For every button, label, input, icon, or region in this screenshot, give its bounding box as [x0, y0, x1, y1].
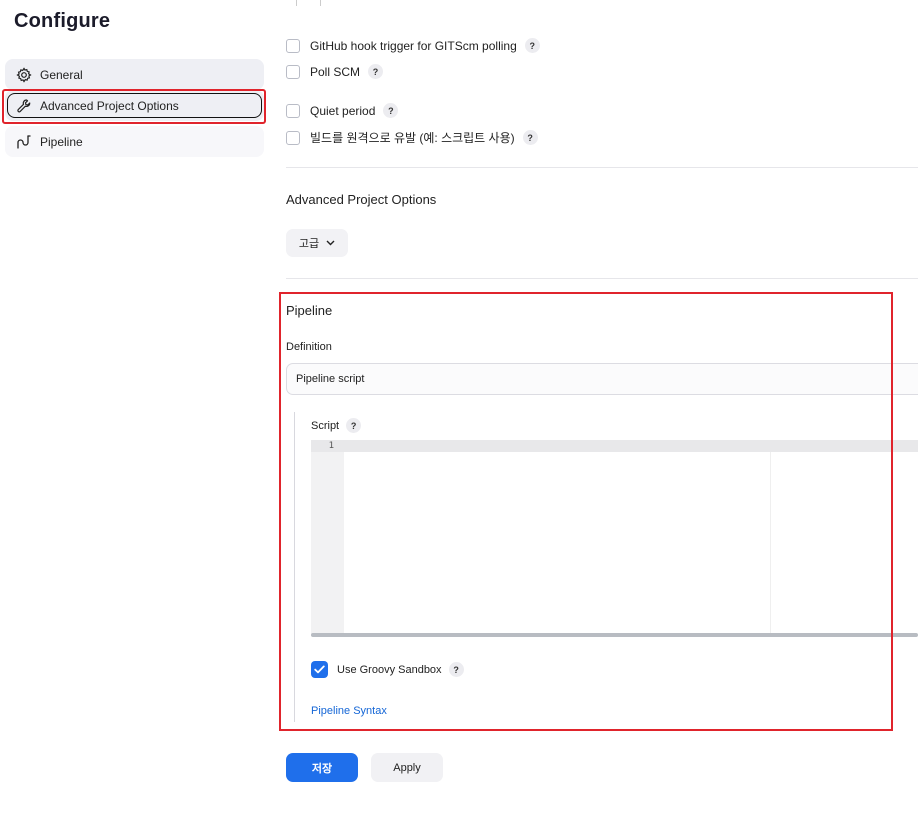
help-icon[interactable]: ? — [524, 38, 540, 53]
editor-scrollbar[interactable] — [311, 633, 918, 637]
sandbox-option: Use Groovy Sandbox ? — [311, 661, 464, 678]
save-button[interactable]: 저장 — [286, 753, 358, 782]
github-hook-label: GitHub hook trigger for GITScm polling — [310, 38, 517, 53]
advanced-dropdown-button[interactable]: 고급 — [286, 229, 348, 257]
gear-icon — [15, 66, 33, 84]
github-hook-option: GitHub hook trigger for GITScm polling ? — [286, 38, 540, 53]
chevron-down-icon — [326, 240, 335, 246]
sidebar-item-pipeline[interactable]: Pipeline — [5, 126, 264, 157]
advanced-section-heading: Advanced Project Options — [286, 192, 437, 207]
sidebar-item-label: Pipeline — [40, 134, 83, 149]
poll-scm-checkbox[interactable] — [286, 64, 300, 79]
pipeline-section-heading: Pipeline — [286, 303, 333, 318]
help-icon[interactable]: ? — [383, 103, 399, 118]
remote-trigger-checkbox[interactable] — [286, 130, 300, 145]
selected-outline — [7, 93, 262, 118]
help-icon[interactable]: ? — [368, 64, 384, 79]
definition-select-value: Pipeline script — [296, 373, 365, 385]
sandbox-label: Use Groovy Sandbox — [337, 663, 442, 676]
line-number: 1 — [328, 441, 334, 451]
section-divider — [286, 167, 918, 168]
script-editor[interactable]: 1 — [311, 440, 918, 638]
quiet-period-checkbox[interactable] — [286, 103, 300, 118]
sidebar-item-label: General — [40, 67, 83, 82]
editor-gutter — [311, 440, 344, 636]
help-icon[interactable]: ? — [522, 130, 538, 145]
quiet-period-option: Quiet period ? — [286, 103, 399, 118]
stub-line — [296, 0, 297, 6]
definition-label: Definition — [286, 341, 332, 353]
editor-active-line — [311, 440, 918, 452]
advanced-button-label: 고급 — [298, 238, 320, 250]
script-label: Script — [311, 419, 340, 432]
apply-button[interactable]: Apply — [371, 753, 443, 782]
poll-scm-option: Poll SCM ? — [286, 64, 384, 79]
stub-line — [320, 0, 321, 6]
sidebar-item-advanced-project-options[interactable]: Advanced Project Options — [5, 90, 264, 121]
checkmark-icon — [314, 665, 325, 674]
help-icon[interactable]: ? — [448, 662, 464, 677]
sandbox-checkbox[interactable] — [311, 661, 328, 678]
github-hook-checkbox[interactable] — [286, 38, 300, 53]
script-field-header: Script ? — [311, 418, 362, 433]
nested-section-line — [294, 412, 295, 722]
remote-trigger-label: 빌드를 원격으로 유발 (예: 스크립트 사용) — [310, 131, 515, 145]
remote-trigger-option: 빌드를 원격으로 유발 (예: 스크립트 사용) ? — [286, 129, 538, 146]
pipeline-icon — [15, 133, 33, 151]
poll-scm-label: Poll SCM — [310, 64, 361, 79]
help-icon[interactable]: ? — [346, 418, 362, 433]
sidebar-item-general[interactable]: General — [5, 59, 264, 90]
quiet-period-label: Quiet period — [310, 103, 376, 118]
pipeline-syntax-link[interactable]: Pipeline Syntax — [311, 705, 387, 717]
definition-select[interactable]: Pipeline script — [286, 363, 918, 395]
print-margin — [770, 452, 771, 636]
page-title: Configure — [14, 10, 111, 32]
section-divider — [286, 278, 918, 279]
